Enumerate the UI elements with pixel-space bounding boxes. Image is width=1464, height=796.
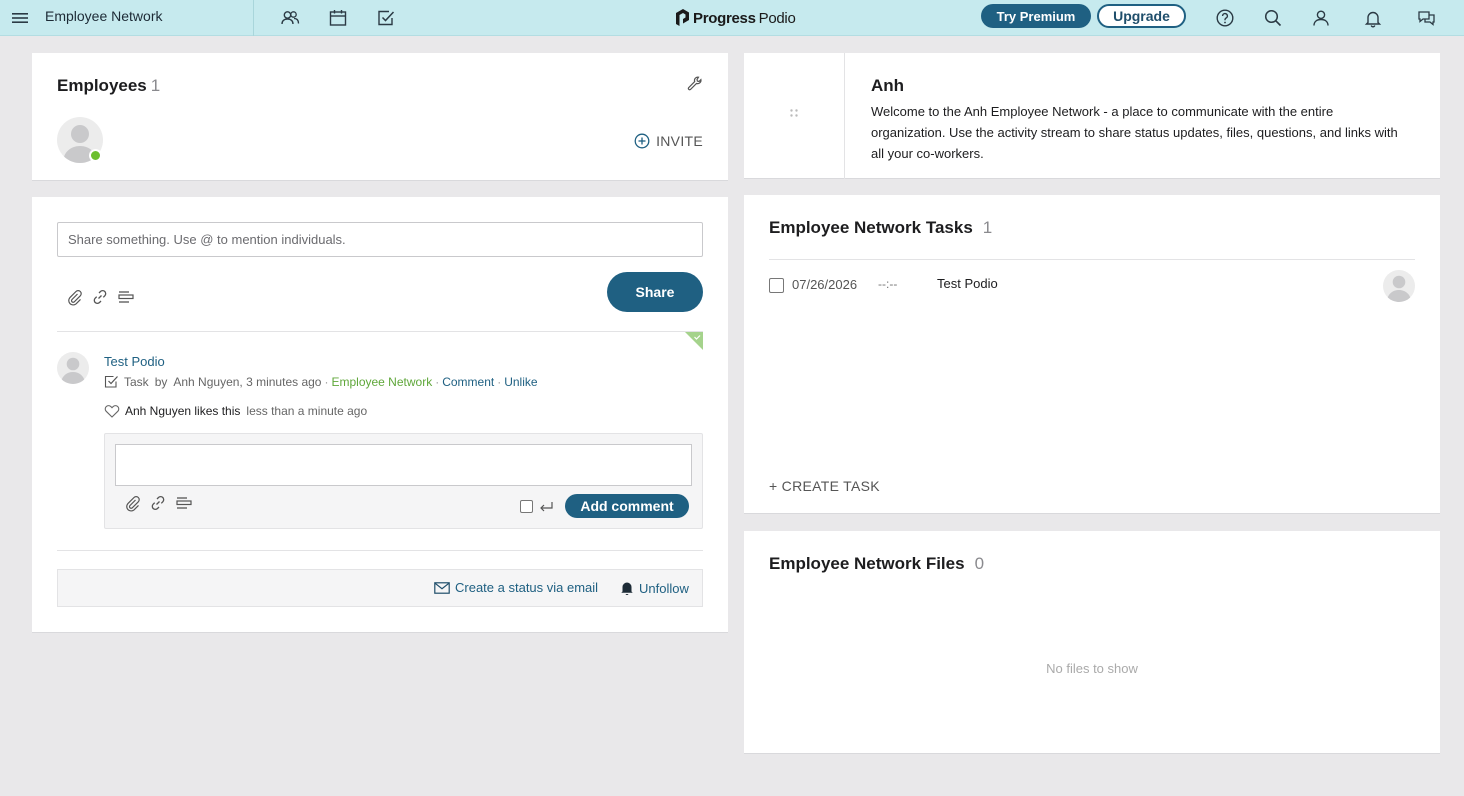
logo-word-progress: Progress: [693, 9, 756, 27]
comment-input[interactable]: [115, 444, 692, 486]
employees-widget: Employees 1 INVITE: [32, 53, 728, 181]
tasks-icon[interactable]: [375, 7, 397, 29]
task-complete-checkbox[interactable]: [769, 278, 784, 293]
create-status-email-link[interactable]: Create a status via email: [434, 580, 598, 595]
drag-handle-icon[interactable]: [789, 108, 799, 118]
default-user-icon: [1387, 275, 1411, 302]
search-icon[interactable]: [1262, 7, 1284, 29]
share-divider: [57, 331, 703, 332]
attach-file-icon[interactable]: [123, 494, 141, 512]
meta-separator: ·: [324, 374, 329, 389]
progress-logo-icon: [676, 9, 689, 26]
topbar-divider: [253, 0, 254, 36]
files-empty-message: No files to show: [1046, 661, 1138, 676]
about-workspace-widget: Anh Welcome to the Anh Employee Network …: [744, 53, 1440, 179]
envelope-icon: [434, 581, 450, 594]
task-row[interactable]: 07/26/2026 --:-- Test Podio: [769, 259, 1415, 311]
post-workspace-link[interactable]: Employee Network: [331, 375, 432, 389]
tasks-title: Employee Network Tasks 1: [769, 218, 992, 238]
try-premium-button[interactable]: Try Premium: [981, 4, 1091, 28]
logo-word-podio: Podio: [758, 9, 796, 27]
default-user-icon: [61, 357, 85, 384]
progress-podio-logo[interactable]: Progress Podio: [675, 7, 796, 29]
workspace-title[interactable]: Employee Network: [45, 8, 163, 24]
notifications-bell-icon[interactable]: [1362, 7, 1384, 29]
post-meta: Task by Anh Nguyen, 3 minutes ago · Empl…: [104, 374, 538, 389]
comment-box: Add comment: [104, 433, 703, 529]
help-icon[interactable]: [1214, 7, 1236, 29]
stream-divider: [57, 550, 703, 551]
unfollow-label: Unfollow: [639, 580, 689, 596]
hamburger-menu-icon[interactable]: [10, 8, 30, 28]
employees-count: 1: [150, 76, 161, 95]
stream-footer: Create a status via email Unfollow: [57, 569, 703, 607]
task-assignee-avatar[interactable]: [1383, 270, 1415, 302]
files-title-text: Employee Network Files: [769, 554, 965, 573]
question-text-icon[interactable]: [117, 288, 135, 306]
meta-separator: ·: [435, 374, 440, 389]
create-task-link[interactable]: + CREATE TASK: [769, 478, 880, 494]
tasks-title-text: Employee Network Tasks: [769, 218, 973, 237]
likes-when: less than a minute ago: [246, 404, 368, 418]
question-text-icon[interactable]: [175, 494, 193, 512]
meta-separator: ·: [497, 374, 502, 389]
comment-link[interactable]: Comment: [442, 375, 494, 389]
task-due-time: --:--: [878, 277, 898, 291]
about-title: Anh: [871, 76, 905, 95]
invite-button[interactable]: INVITE: [634, 133, 703, 149]
new-item-corner-icon: [685, 332, 703, 350]
enter-to-submit-checkbox[interactable]: [520, 500, 533, 513]
invite-label: INVITE: [656, 133, 703, 149]
comment-tools: [123, 494, 193, 512]
task-name-link[interactable]: Test Podio: [937, 276, 998, 291]
likes-row: Anh Nguyen likes this less than a minute…: [104, 404, 367, 418]
chat-icon[interactable]: [1416, 7, 1438, 29]
calendar-icon[interactable]: [327, 7, 349, 29]
employees-title: Employees 1: [57, 76, 160, 96]
widget-handle-column: [744, 53, 845, 179]
files-count: 0: [974, 554, 985, 573]
members-icon[interactable]: [279, 7, 301, 29]
task-due-date: 07/26/2026: [792, 277, 858, 292]
employees-title-text: Employees: [57, 76, 147, 95]
profile-icon[interactable]: [1310, 7, 1332, 29]
attach-file-icon[interactable]: [65, 288, 83, 306]
wrench-settings-icon[interactable]: [686, 75, 704, 93]
unfollow-link[interactable]: Unfollow: [620, 580, 689, 596]
upgrade-button[interactable]: Upgrade: [1097, 4, 1186, 28]
online-status-indicator: [89, 149, 102, 162]
post-author-time: Anh Nguyen, 3 minutes ago: [173, 374, 322, 389]
enter-key-icon: [540, 502, 553, 512]
unlike-link[interactable]: Unlike: [504, 375, 537, 389]
task-type-icon: [104, 375, 118, 388]
link-icon[interactable]: [149, 494, 167, 512]
files-title: Employee Network Files 0: [769, 554, 984, 574]
heart-icon: [104, 405, 120, 418]
about-description: Welcome to the Anh Employee Network - a …: [871, 104, 1398, 161]
likes-who: Anh Nguyen likes this: [125, 404, 241, 418]
post-title-link[interactable]: Test Podio: [104, 354, 165, 369]
add-comment-button[interactable]: Add comment: [565, 494, 689, 518]
create-status-email-label: Create a status via email: [455, 580, 599, 595]
share-tools: [65, 288, 135, 306]
activity-stream-widget: Share Test Podio Task by Anh Nguyen, 3 m…: [32, 197, 728, 633]
plus-circle-icon: [634, 133, 650, 149]
files-widget: Employee Network Files 0 No files to show: [744, 531, 1440, 754]
post-author-avatar[interactable]: [57, 352, 89, 384]
link-icon[interactable]: [91, 288, 109, 306]
share-status-input[interactable]: [57, 222, 703, 257]
top-bar: Employee Network Progress Podio Try Prem…: [0, 0, 1464, 36]
bell-icon: [621, 582, 633, 596]
tasks-count: 1: [982, 218, 993, 237]
post-type: Task: [124, 374, 149, 389]
post-by: by: [154, 374, 168, 389]
tasks-widget: Employee Network Tasks 1 07/26/2026 --:--…: [744, 195, 1440, 514]
share-button[interactable]: Share: [607, 272, 703, 312]
